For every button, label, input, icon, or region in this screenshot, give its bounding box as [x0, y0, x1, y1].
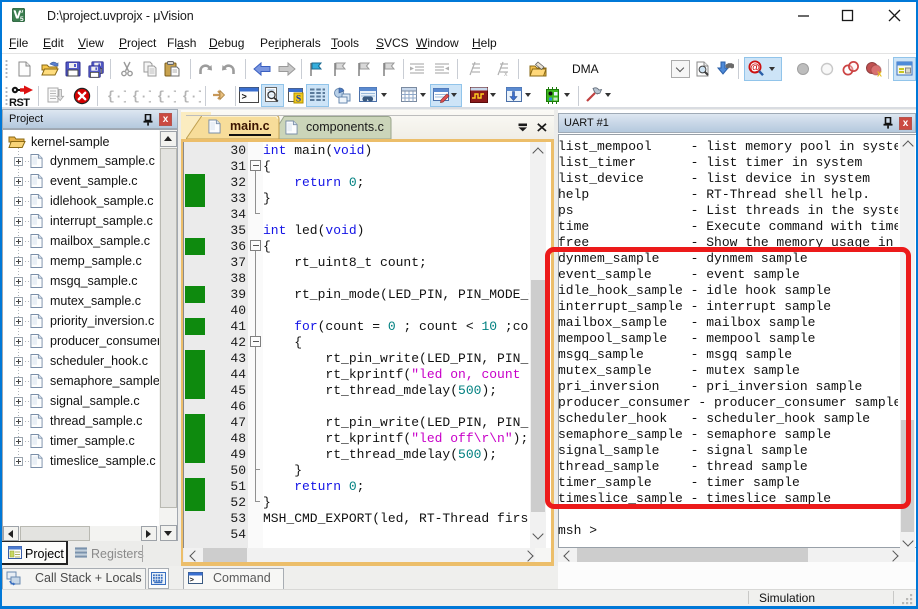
- svg-text:x: x: [877, 69, 882, 78]
- svg-text:5: 5: [20, 16, 24, 22]
- svg-text:{·}: {·}: [107, 89, 126, 104]
- svg-text:x: x: [504, 71, 508, 77]
- svg-text:S: S: [296, 95, 301, 105]
- svg-text:>: >: [242, 93, 247, 103]
- svg-text:RST: RST: [9, 97, 30, 108]
- svg-text:{·}: {·}: [157, 89, 176, 104]
- svg-text:>: >: [190, 577, 195, 585]
- svg-text:{·}: {·}: [132, 89, 151, 104]
- svg-text:{·}: {·}: [182, 89, 201, 104]
